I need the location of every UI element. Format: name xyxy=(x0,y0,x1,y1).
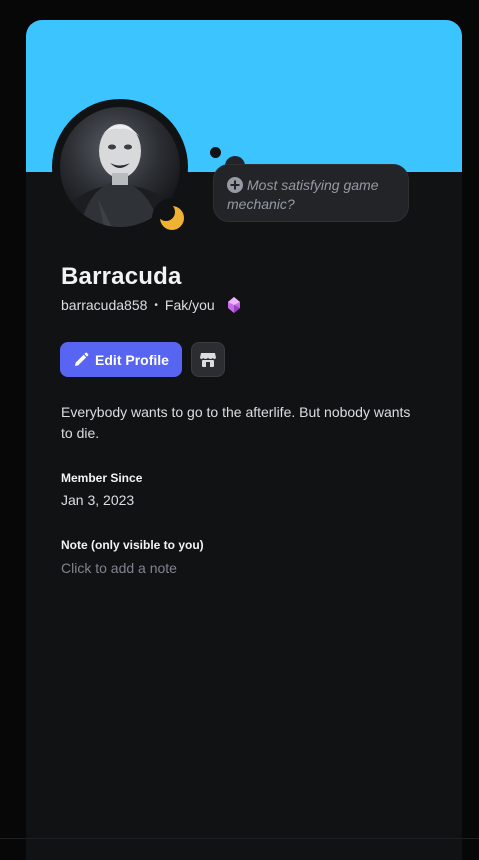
display-name: Barracuda xyxy=(61,263,182,290)
member-since-value: Jan 3, 2023 xyxy=(61,492,135,508)
pronouns: Fak/you xyxy=(164,297,215,313)
pencil-icon xyxy=(75,352,89,366)
shop-button[interactable] xyxy=(191,342,225,377)
divider xyxy=(0,838,479,839)
shop-icon xyxy=(200,352,216,367)
username: barracuda858 xyxy=(61,297,148,313)
bubble-tail-small xyxy=(210,147,221,158)
separator: • xyxy=(154,299,158,311)
custom-status-bubble[interactable]: Most satisfying game mechanic? xyxy=(213,164,409,222)
plus-circle-icon xyxy=(227,177,243,193)
note-title: Note (only visible to you) xyxy=(61,538,204,552)
profile-card: Most satisfying game mechanic? Barracuda… xyxy=(26,20,462,860)
status-indicator xyxy=(152,198,192,238)
member-since-title: Member Since xyxy=(61,471,143,485)
gem-badge-icon[interactable] xyxy=(227,296,241,314)
about-me-text: Everybody wants to go to the afterlife. … xyxy=(61,404,411,441)
moon-icon xyxy=(157,203,184,230)
edit-profile-label: Edit Profile xyxy=(95,351,169,368)
status-prompt: Most satisfying game mechanic? xyxy=(227,177,379,212)
user-tagline: barracuda858 • Fak/you xyxy=(61,296,241,314)
edit-profile-button[interactable]: Edit Profile xyxy=(60,342,182,377)
note-input[interactable]: Click to add a note xyxy=(61,560,177,576)
